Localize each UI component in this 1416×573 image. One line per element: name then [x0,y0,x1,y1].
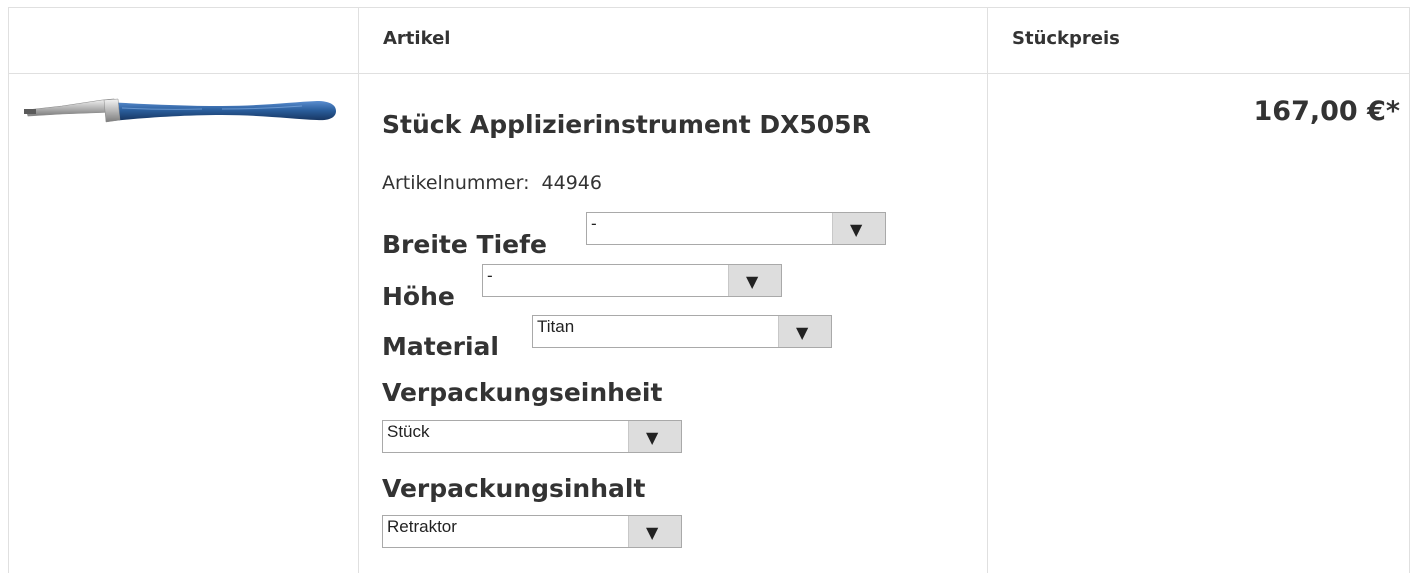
column-divider-image [358,7,359,573]
select-value: Stück [387,422,430,441]
article-number-label: Artikelnummer: [382,172,530,194]
select-button[interactable]: ▼ [628,516,681,547]
column-header-unit-price: Stückpreis [1012,28,1120,49]
table-left-border [8,7,9,573]
header-divider [8,73,1410,74]
select-material[interactable]: Titan ▼ [532,315,832,348]
select-verpackungsinhalt[interactable]: Retraktor ▼ [382,515,682,548]
article-number: Artikelnummer: 44946 [382,172,602,194]
select-button[interactable]: ▼ [778,316,831,347]
triangle-down-icon: ▼ [796,323,809,342]
select-value: - [591,214,597,233]
column-header-article: Artikel [383,28,451,49]
triangle-down-icon: ▼ [646,523,659,542]
option-label-hoehe: Höhe [382,282,455,311]
article-number-value: 44946 [541,172,602,194]
select-value: - [487,266,493,285]
select-value: Retraktor [387,517,457,536]
option-label-verpackungsinhalt: Verpackungsinhalt [382,474,646,503]
option-label-material: Material [382,332,499,361]
select-verpackungseinheit[interactable]: Stück ▼ [382,420,682,453]
triangle-down-icon: ▼ [746,272,759,291]
option-label-breite-tiefe: Breite Tiefe [382,230,547,259]
select-button[interactable]: ▼ [728,265,781,296]
table-right-border [1409,7,1410,573]
select-button[interactable]: ▼ [832,213,885,244]
product-image[interactable] [22,96,340,130]
column-divider-price [987,7,988,573]
unit-price: 167,00 €* [1253,96,1401,127]
select-value: Titan [537,317,575,336]
select-button[interactable]: ▼ [628,421,681,452]
option-label-verpackungseinheit: Verpackungseinheit [382,378,663,407]
triangle-down-icon: ▼ [850,220,863,239]
select-breite-tiefe[interactable]: - ▼ [586,212,886,245]
select-hoehe[interactable]: - ▼ [482,264,782,297]
table-top-border [8,7,1410,8]
product-title[interactable]: Stück Applizierinstrument DX505R [382,110,871,139]
triangle-down-icon: ▼ [646,428,659,447]
